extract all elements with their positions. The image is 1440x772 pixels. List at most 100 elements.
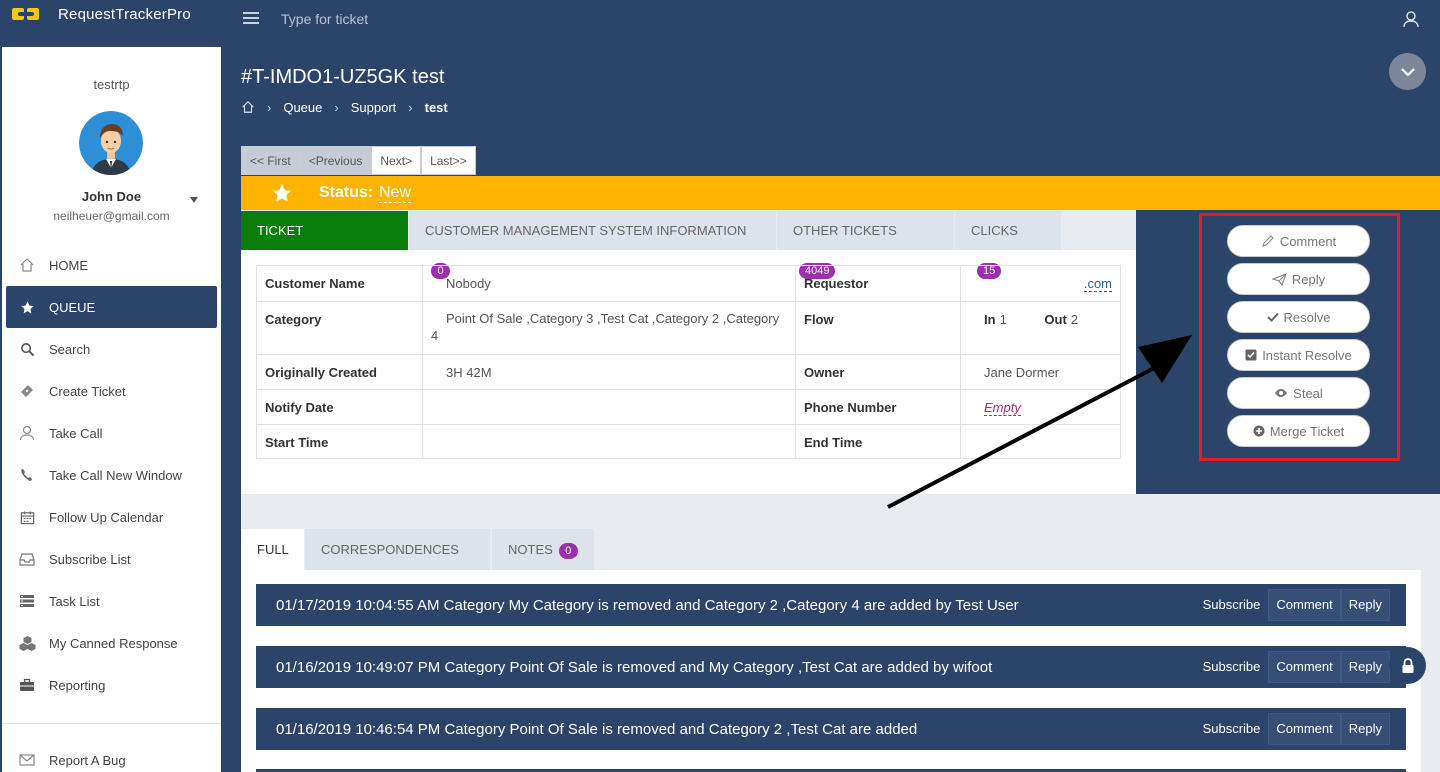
tab-label: CLICKS xyxy=(971,223,1018,238)
customer-name-value: Nobody xyxy=(422,265,796,302)
button-label: Reply xyxy=(1291,271,1326,287)
chevron-down-icon xyxy=(1400,67,1415,77)
sidebar-item-label: QUEUE xyxy=(49,299,96,315)
brand[interactable]: RequestTrackerPro xyxy=(12,4,191,24)
field-label: Requestor xyxy=(795,265,961,302)
ticket-search-input[interactable] xyxy=(270,6,570,32)
breadcrumb-queue[interactable]: Queue xyxy=(283,100,322,115)
tab-correspondences[interactable]: CORRESPONDENCES3 xyxy=(305,529,490,600)
breadcrumb-current: test xyxy=(424,99,448,115)
entry-comment-button[interactable]: Comment xyxy=(1268,589,1341,621)
steal-button[interactable]: Steal xyxy=(1227,377,1370,409)
app-logo-icon xyxy=(12,6,40,22)
avatar[interactable] xyxy=(79,111,143,175)
sidebar-item-take-call[interactable]: Take Call xyxy=(6,412,217,454)
pager-previous-button[interactable]: <Previous xyxy=(299,146,372,175)
user-profile-icon[interactable] xyxy=(1402,10,1420,28)
tab-label: CUSTOMER MANAGEMENT SYSTEM INFORMATION xyxy=(425,223,747,238)
entry-reply-button[interactable]: Reply xyxy=(1340,589,1390,621)
field-label: Start Time xyxy=(256,424,423,459)
field-label: Category xyxy=(256,301,423,355)
user-icon xyxy=(18,424,36,442)
sidebar-item-task-list[interactable]: Task List xyxy=(6,580,217,622)
history-entry-text: 01/16/2019 10:46:54 PM Category Point Of… xyxy=(276,721,918,738)
button-label: Instant Resolve xyxy=(1262,347,1352,363)
button-label: Steal xyxy=(1293,385,1323,401)
history-entry: 01/16/2019 10:49:07 PM Category Point Of… xyxy=(256,646,1406,688)
requestor-cell: .com xyxy=(960,265,1121,302)
menu-icon[interactable] xyxy=(243,12,259,26)
reply-button[interactable]: Reply xyxy=(1227,263,1370,295)
star-icon xyxy=(272,183,292,202)
requestor-value[interactable]: .com xyxy=(1083,276,1112,292)
merge-ticket-button[interactable]: Merge Ticket xyxy=(1227,415,1370,447)
entry-comment-button[interactable]: Comment xyxy=(1268,713,1341,745)
collapse-button[interactable] xyxy=(1389,53,1426,90)
envelope-icon xyxy=(18,751,36,769)
notify-date-value xyxy=(422,389,796,425)
page-title: #T-IMDO1-UZ5GK test xyxy=(241,66,445,88)
resolve-button[interactable]: Resolve xyxy=(1227,301,1370,333)
subscribe-button[interactable]: Subscribe xyxy=(1195,651,1269,683)
sidebar-item-search[interactable]: Search xyxy=(6,328,217,370)
sidebar-item-queue[interactable]: QUEUE xyxy=(6,286,217,328)
sidebar-bottom-nav: Report A Bug xyxy=(6,739,217,772)
sidebar-item-follow-up-calendar[interactable]: Follow Up Calendar xyxy=(6,496,217,538)
entry-reply-button[interactable]: Reply xyxy=(1340,651,1390,683)
originally-created-value: 3H 42M xyxy=(422,354,796,390)
entry-reply-button[interactable]: Reply xyxy=(1340,713,1390,745)
field-label: Customer Name xyxy=(256,265,423,302)
star-icon xyxy=(18,298,36,316)
lock-button[interactable] xyxy=(1389,647,1426,684)
app-name: RequestTrackerPro xyxy=(58,5,191,23)
history-entry-text: 01/16/2019 10:49:07 PM Category Point Of… xyxy=(276,659,993,676)
sidebar-item-label: Follow Up Calendar xyxy=(49,509,164,525)
subscribe-button[interactable]: Subscribe xyxy=(1195,713,1269,745)
home-icon[interactable] xyxy=(241,100,255,114)
sidebar-item-create-ticket[interactable]: Create Ticket xyxy=(6,370,217,412)
breadcrumb-support[interactable]: Support xyxy=(351,100,397,115)
sidebar-item-label: Reporting xyxy=(49,677,106,693)
field-label: Originally Created xyxy=(256,354,423,390)
pager-first-button[interactable]: << First xyxy=(241,146,300,175)
sidebar-item-label: HOME xyxy=(49,257,88,273)
entry-comment-button[interactable]: Comment xyxy=(1268,651,1341,683)
sidebar-item-reporting[interactable]: Reporting xyxy=(6,664,217,706)
history-entry-actions: Subscribe Comment Reply xyxy=(1195,713,1390,745)
tab-full[interactable]: FULL xyxy=(241,529,304,570)
sidebar-divider xyxy=(2,723,221,724)
user-menu-caret-icon[interactable] xyxy=(190,197,198,203)
table-row: Customer Name Nobody Requestor .com xyxy=(256,265,1121,302)
subscribe-button[interactable]: Subscribe xyxy=(1195,589,1269,621)
sidebar-item-label: Search xyxy=(49,341,91,357)
tab-clicks[interactable]: CLICKS15 xyxy=(955,211,1061,279)
sidebar-item-subscribe-list[interactable]: Subscribe List xyxy=(6,538,217,580)
pager-next-button[interactable]: Next> xyxy=(371,146,422,175)
sidebar-item-label: My Canned Response xyxy=(49,635,178,651)
briefcase-icon xyxy=(18,676,36,694)
plus-circle-icon xyxy=(1253,425,1265,437)
sidebar: testrtp John Doe neilheuer@gmail.com HOM… xyxy=(2,47,221,772)
home-icon xyxy=(18,256,36,274)
instant-resolve-button[interactable]: Instant Resolve xyxy=(1227,339,1370,371)
status-value[interactable]: New xyxy=(379,184,412,203)
pager-last-button[interactable]: Last>> xyxy=(421,146,476,175)
breadcrumb-separator: › xyxy=(334,99,339,115)
user-name[interactable]: John Doe xyxy=(2,189,221,204)
comment-button[interactable]: Comment xyxy=(1227,225,1370,257)
sidebar-item-take-call-new-window[interactable]: Take Call New Window xyxy=(6,454,217,496)
sidebar-item-report-a-bug[interactable]: Report A Bug xyxy=(6,739,217,772)
sidebar-item-label: Task List xyxy=(49,593,100,609)
breadcrumb: › Queue › Support › test xyxy=(241,98,448,116)
breadcrumb-separator: › xyxy=(408,99,413,115)
tab-other-tickets[interactable]: OTHER TICKETS4049 xyxy=(777,211,954,279)
start-time-value xyxy=(422,424,796,459)
sidebar-item-my-canned-response[interactable]: My Canned Response xyxy=(6,622,217,664)
lock-icon xyxy=(1402,657,1413,673)
tab-ticket-information[interactable]: TICKET INFORMATION xyxy=(241,211,408,277)
tab-notes[interactable]: NOTES 0 xyxy=(492,529,594,570)
sidebar-item-home[interactable]: HOME xyxy=(6,244,217,286)
tab-label: CORRESPONDENCES xyxy=(321,542,459,557)
tab-customer-management[interactable]: CUSTOMER MANAGEMENT SYSTEM INFORMATION0 xyxy=(409,211,776,279)
search-icon xyxy=(18,340,36,358)
